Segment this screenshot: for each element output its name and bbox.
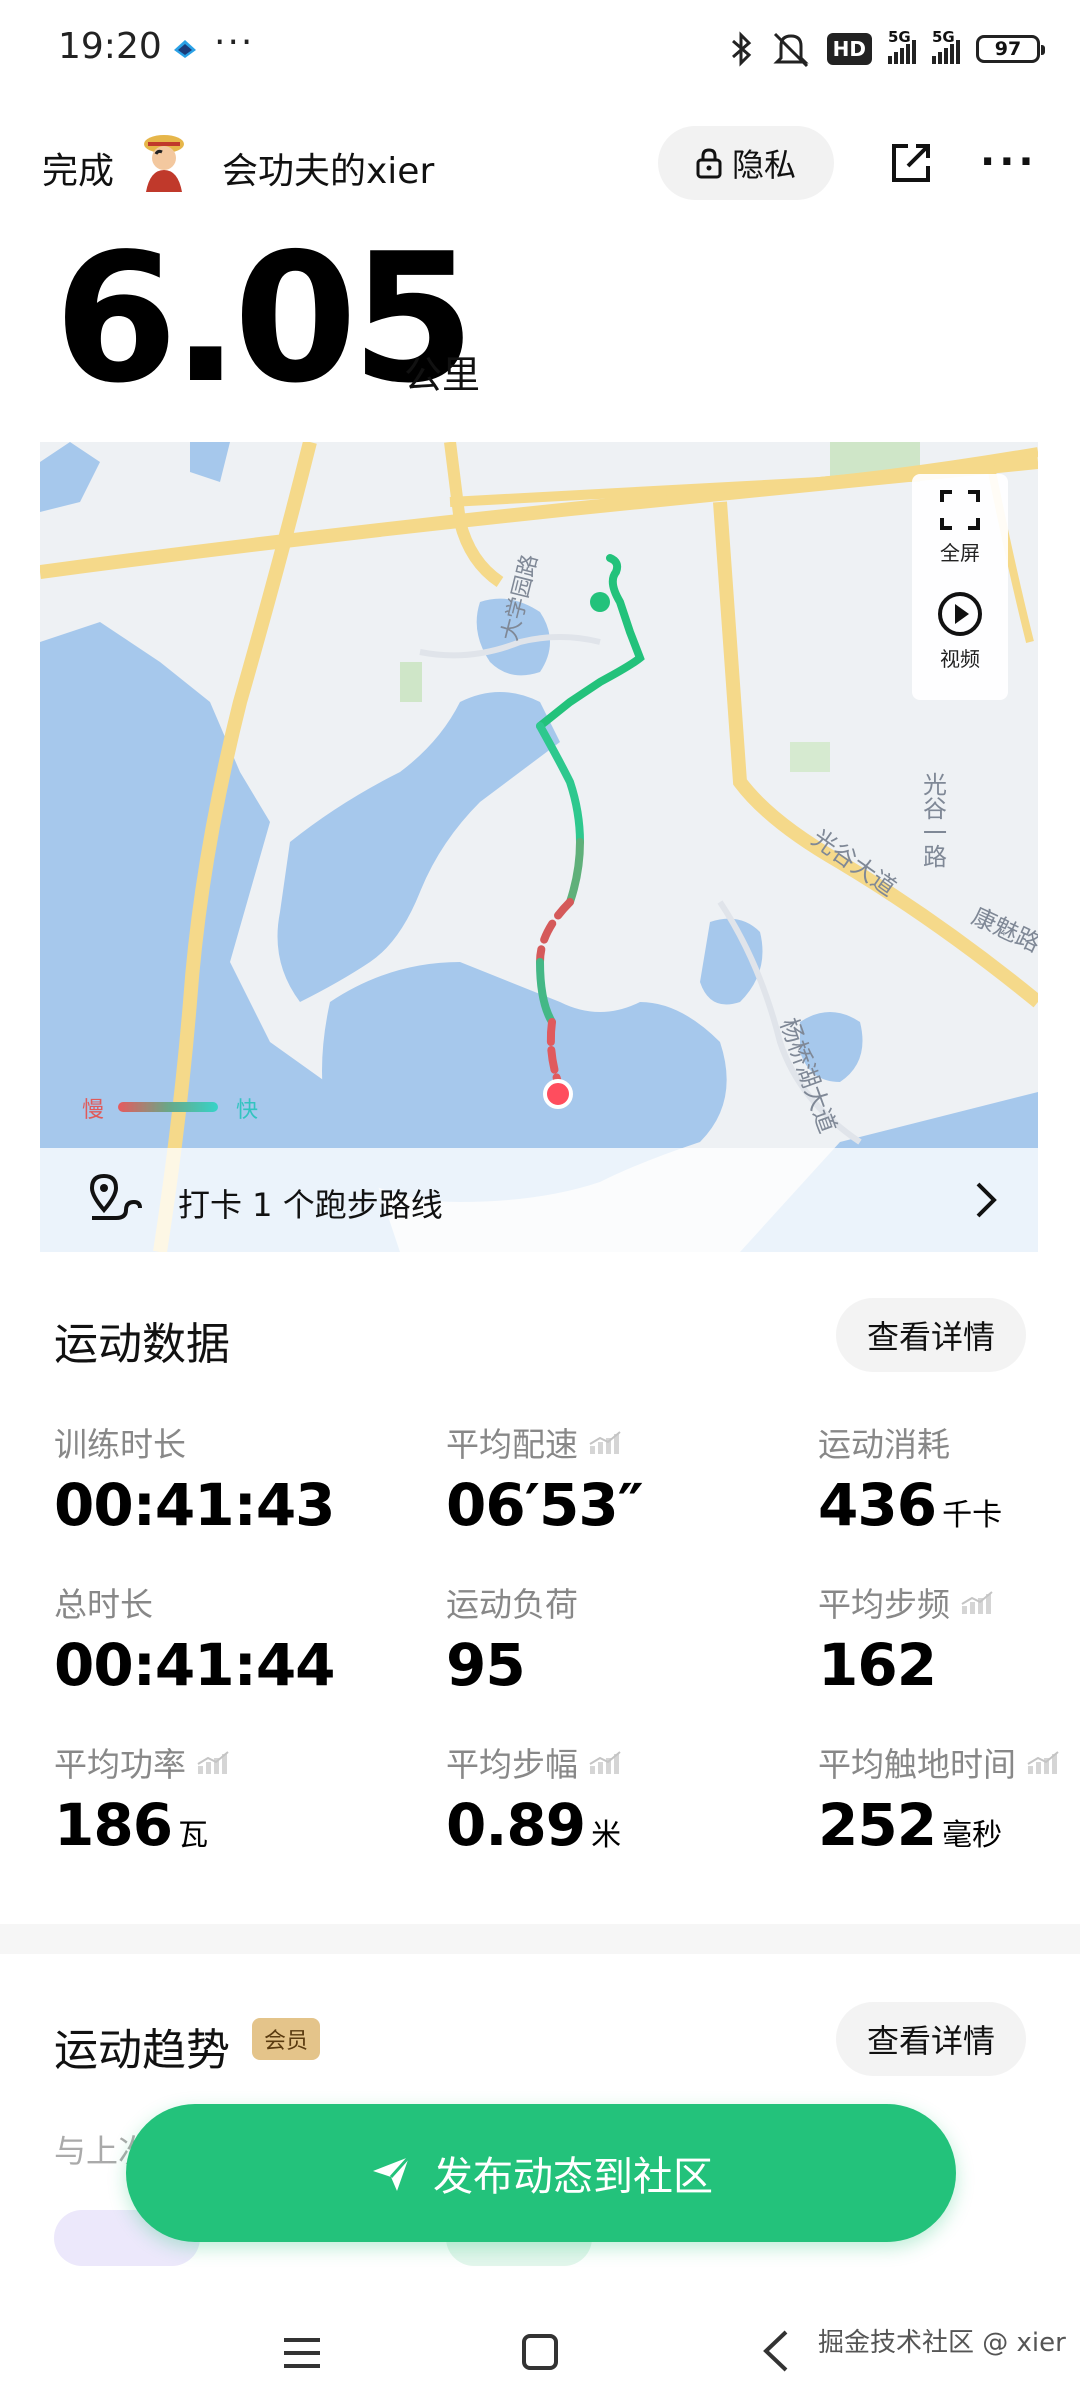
metric-value-number: 06′53″ (446, 1471, 644, 1539)
metric-value: 00:41:43 (54, 1476, 336, 1534)
home-icon[interactable] (520, 2332, 560, 2372)
vip-badge: 会员 (252, 2018, 320, 2060)
fullscreen-label: 全屏 (940, 541, 980, 565)
publish-to-community-button[interactable]: 发布动态到社区 (126, 2104, 956, 2242)
metric-label-text: 平均触地时间 (818, 1745, 1016, 1784)
metric-value-number: 0.89 (446, 1791, 586, 1859)
checkin-label: 打卡 1 个跑步路线 (178, 1186, 443, 1224)
trend-chart-icon (197, 1751, 229, 1774)
back-icon[interactable] (760, 2328, 790, 2374)
share-icon[interactable] (888, 140, 934, 186)
privacy-label: 隐私 (731, 146, 796, 184)
privacy-button[interactable]: 隐私 (658, 126, 834, 200)
metric-label: 训练时长 (54, 1418, 186, 1466)
route-map[interactable]: 大学园路 光谷一路 光谷大道 康魅路 杨桥湖大道 全屏 视频 慢 快 打卡 1 (40, 442, 1038, 1252)
video-button[interactable]: 视频 (912, 590, 1008, 672)
status-bar: 19:20 ··· HD 5G 5G 97 (0, 0, 1080, 100)
metric-value: 162 (818, 1636, 937, 1694)
route-end-marker (543, 1079, 573, 1109)
video-label: 视频 (940, 647, 980, 671)
metric-value-number: 95 (446, 1631, 526, 1699)
metric-label-text: 平均功率 (54, 1745, 186, 1784)
metric-unit: 瓦 (178, 1818, 209, 1853)
signal-icon-1: 5G (888, 28, 916, 64)
metric-value: 186 瓦 (54, 1796, 208, 1854)
route-start-marker (590, 592, 610, 612)
metric-unit: 米 (591, 1818, 622, 1853)
metric-label-text: 平均步频 (818, 1585, 950, 1624)
metric-value: 06′53″ (446, 1476, 644, 1534)
metric-value: 95 (446, 1636, 526, 1694)
publish-label: 发布动态到社区 (433, 2154, 713, 2200)
status-time: 19:20 (58, 26, 162, 67)
metric-unit: 千卡 (942, 1498, 1003, 1533)
play-icon (938, 592, 982, 636)
speed-legend-bar (118, 1102, 218, 1112)
trend-chart-icon (589, 1431, 621, 1454)
trend-chart-icon (961, 1591, 993, 1614)
status-icons: HD 5G 5G 97 (729, 28, 1045, 70)
trend-chart-icon (1027, 1751, 1059, 1774)
exercise-detail-button[interactable]: 查看详情 (836, 1298, 1026, 1372)
done-button[interactable]: 完成 (42, 142, 114, 194)
more-options-icon[interactable]: ··· (980, 142, 1038, 182)
bluetooth-icon (731, 31, 751, 67)
metric-value-number: 436 (818, 1471, 937, 1539)
chevron-right-icon (976, 1182, 997, 1218)
menu-icon[interactable] (282, 2336, 322, 2370)
metric-label: 运动负荷 (446, 1578, 578, 1626)
metric-label-text: 总时长 (54, 1585, 153, 1624)
metric-label-text: 运动消耗 (818, 1425, 950, 1464)
map-base: 大学园路 光谷一路 光谷大道 康魅路 杨桥湖大道 (40, 442, 1038, 1252)
metric-label: 运动消耗 (818, 1418, 950, 1466)
speed-legend-fast: 快 (236, 1098, 259, 1123)
metric-label-text: 运动负荷 (446, 1585, 578, 1624)
mute-icon (773, 32, 809, 68)
route-pin-icon (89, 1173, 142, 1220)
fullscreen-button[interactable]: 全屏 (912, 488, 1008, 566)
speed-legend-slow: 慢 (82, 1098, 105, 1123)
battery-icon: 97 (976, 35, 1045, 63)
lock-icon (696, 148, 722, 179)
metric-label: 平均触地时间 (818, 1738, 1060, 1786)
metric-label-text: 平均配速 (446, 1425, 578, 1464)
distance-unit: 公里 (404, 353, 481, 397)
status-more-icon: ··· (214, 22, 255, 63)
watermark: 掘金技术社区 @ xier (818, 2328, 1066, 2358)
trend-chart-icon (589, 1751, 621, 1774)
map-label-road-2: 光谷一路 (919, 772, 947, 868)
metric-label-text: 平均步幅 (446, 1745, 578, 1784)
checkin-route-row[interactable]: 打卡 1 个跑步路线 (40, 1148, 1038, 1252)
metric-label: 平均配速 (446, 1418, 622, 1466)
metric-value-number: 252 (818, 1791, 937, 1859)
trend-detail-button[interactable]: 查看详情 (836, 2002, 1026, 2076)
map-tools-panel: 全屏 视频 (912, 474, 1008, 700)
metric-label: 总时长 (54, 1578, 153, 1626)
metric-label: 平均步幅 (446, 1738, 622, 1786)
metric-unit: 毫秒 (942, 1818, 1003, 1853)
trend-title: 运动趋势 (54, 2025, 230, 2076)
exercise-data-title: 运动数据 (54, 1319, 230, 1370)
signal-icon-2: 5G (932, 28, 960, 64)
metric-label: 平均功率 (54, 1738, 230, 1786)
section-divider (0, 1924, 1080, 1954)
metric-value: 0.89 米 (446, 1796, 621, 1854)
app-notification-icon (174, 40, 196, 58)
metric-value: 436 千卡 (818, 1476, 1002, 1534)
fullscreen-icon (940, 490, 980, 530)
metric-value: 00:41:44 (54, 1636, 336, 1694)
metric-value-number: 00:41:44 (54, 1631, 336, 1699)
metric-label-text: 训练时长 (54, 1425, 186, 1464)
metric-value-number: 162 (818, 1631, 937, 1699)
metric-value: 252 毫秒 (818, 1796, 1002, 1854)
username[interactable]: 会功夫的xier (222, 142, 434, 194)
metric-label: 平均步频 (818, 1578, 994, 1626)
send-icon (373, 2155, 411, 2191)
metric-value-number: 00:41:43 (54, 1471, 336, 1539)
hd-badge: HD (826, 33, 872, 65)
metric-value-number: 186 (54, 1791, 173, 1859)
avatar[interactable] (140, 132, 188, 192)
